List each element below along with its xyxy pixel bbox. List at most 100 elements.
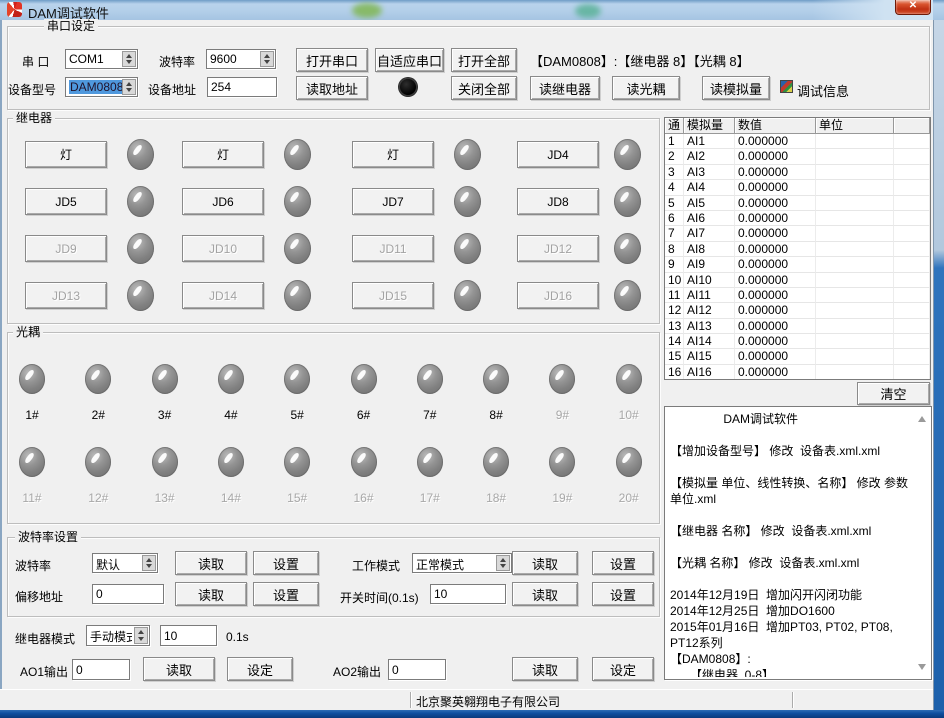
- opto-led-16: [351, 447, 377, 477]
- relay-button-14: JD14: [182, 282, 264, 309]
- analog-table[interactable]: 通 模拟量 数值 单位 1AI10.0000002AI20.0000003AI3…: [664, 117, 931, 380]
- analog-cell: AI15: [684, 349, 735, 364]
- relay-button-8[interactable]: JD8: [517, 188, 599, 215]
- offset-read-button[interactable]: 读取: [175, 582, 247, 606]
- analog-row-AI7[interactable]: 7AI70.000000: [665, 226, 930, 241]
- debug-info-label[interactable]: 调试信息: [797, 81, 849, 100]
- baud-set-button[interactable]: 设置: [253, 551, 319, 575]
- read-analog-button[interactable]: 读模拟量: [702, 76, 770, 100]
- analog-cell: 0.000000: [735, 273, 816, 288]
- com-port-select[interactable]: COM1: [65, 49, 138, 69]
- analog-cell: 0.000000: [735, 334, 816, 349]
- relay-mode-time-input[interactable]: [160, 625, 217, 646]
- dropdown-icon[interactable]: [260, 51, 274, 67]
- analog-cell: AI9: [684, 257, 735, 272]
- dropdown-icon[interactable]: [122, 51, 136, 67]
- work-mode-select[interactable]: 正常模式: [412, 553, 512, 573]
- ao1-label: AO1输出: [20, 663, 68, 680]
- relay-button-2[interactable]: 灯: [182, 141, 264, 168]
- device-addr-input[interactable]: [207, 77, 277, 97]
- baud-value: 默认: [96, 556, 140, 573]
- debug-log-panel[interactable]: DAM调试软件 【增加设备型号】 修改 设备表.xml.xml 【模拟量 单位、…: [664, 406, 932, 680]
- opto-channel-5: 5#: [264, 364, 330, 422]
- ao1-set-button[interactable]: 设定: [227, 657, 293, 681]
- opto-label-7: 7#: [423, 408, 436, 422]
- baudrate-select[interactable]: 9600: [206, 49, 276, 69]
- analog-cell: [894, 226, 930, 241]
- analog-row-AI3[interactable]: 3AI30.000000: [665, 165, 930, 180]
- baudrate-value: 9600: [210, 52, 258, 66]
- dropdown-icon[interactable]: [134, 627, 148, 644]
- relay-button-6[interactable]: JD6: [182, 188, 264, 215]
- offset-set-button[interactable]: 设置: [253, 582, 319, 606]
- analog-row-AI12[interactable]: 12AI120.000000: [665, 303, 930, 318]
- close-button[interactable]: ✕: [895, 0, 931, 15]
- work-mode-read-button[interactable]: 读取: [512, 551, 578, 575]
- ao2-set-button[interactable]: 设定: [592, 657, 654, 681]
- relay-button-5[interactable]: JD5: [25, 188, 107, 215]
- analog-row-AI4[interactable]: 4AI40.000000: [665, 180, 930, 195]
- clear-log-button[interactable]: 清空: [857, 382, 930, 405]
- ao1-read-button[interactable]: 读取: [143, 657, 215, 681]
- analog-row-AI2[interactable]: 2AI20.000000: [665, 149, 930, 164]
- offset-input[interactable]: [92, 584, 164, 604]
- dropdown-icon[interactable]: [122, 79, 136, 95]
- relay-button-3[interactable]: 灯: [352, 141, 434, 168]
- ao2-read-button[interactable]: 读取: [512, 657, 578, 681]
- relay-button-1[interactable]: 灯: [25, 141, 107, 168]
- switch-time-read-button[interactable]: 读取: [512, 582, 578, 606]
- opto-label-11: 11#: [22, 491, 41, 505]
- relay-button-11: JD11: [352, 235, 434, 262]
- read-opto-button[interactable]: 读光耦: [612, 76, 680, 100]
- analog-cell: [816, 196, 894, 211]
- analog-table-header: 通 模拟量 数值 单位: [665, 118, 930, 134]
- analog-row-AI10[interactable]: 10AI100.000000: [665, 273, 930, 288]
- dropdown-icon[interactable]: [496, 555, 510, 571]
- analog-cell: AI14: [684, 334, 735, 349]
- relay-mode-select[interactable]: 手动模式: [86, 625, 150, 646]
- close-all-button[interactable]: 关闭全部: [451, 76, 517, 100]
- analog-row-AI5[interactable]: 5AI50.000000: [665, 196, 930, 211]
- col-analog: 模拟量: [684, 118, 735, 134]
- debug-info-icon[interactable]: [780, 80, 793, 93]
- analog-row-AI1[interactable]: 1AI10.000000: [665, 134, 930, 149]
- analog-cell: [894, 365, 930, 380]
- relay-button-7[interactable]: JD7: [352, 188, 434, 215]
- analog-row-AI16[interactable]: 16AI160.000000: [665, 365, 930, 380]
- baud-read-button[interactable]: 读取: [175, 551, 247, 575]
- auto-port-button[interactable]: 自适应串口: [375, 48, 444, 72]
- analog-row-AI15[interactable]: 15AI150.000000: [665, 349, 930, 364]
- switch-time-input[interactable]: [430, 584, 506, 604]
- dropdown-icon[interactable]: [142, 555, 156, 571]
- open-all-button[interactable]: 打开全部: [451, 48, 517, 72]
- device-model-select[interactable]: DAM0808: [65, 77, 138, 97]
- read-addr-button[interactable]: 读取地址: [296, 76, 368, 100]
- analog-row-AI9[interactable]: 9AI90.000000: [665, 257, 930, 272]
- analog-row-AI11[interactable]: 11AI110.000000: [665, 288, 930, 303]
- opto-label-13: 13#: [155, 491, 175, 505]
- opto-led-11: [19, 447, 45, 477]
- relay-button-4[interactable]: JD4: [517, 141, 599, 168]
- baud-select[interactable]: 默认: [92, 553, 158, 573]
- ao2-input[interactable]: [388, 659, 446, 680]
- work-mode-set-button[interactable]: 设置: [592, 551, 654, 575]
- analog-row-AI14[interactable]: 14AI140.000000: [665, 334, 930, 349]
- analog-cell: 11: [665, 288, 684, 303]
- relay-led-15: [454, 280, 481, 311]
- analog-cell: [816, 288, 894, 303]
- scroll-up-icon[interactable]: [918, 416, 926, 422]
- analog-row-AI6[interactable]: 6AI60.000000: [665, 211, 930, 226]
- analog-cell: [894, 303, 930, 318]
- scroll-down-icon[interactable]: [918, 664, 926, 670]
- analog-row-AI13[interactable]: 13AI130.000000: [665, 319, 930, 334]
- analog-cell: [816, 226, 894, 241]
- relay-led-1: [127, 139, 154, 170]
- switch-time-set-button[interactable]: 设置: [592, 582, 654, 606]
- open-port-button[interactable]: 打开串口: [296, 48, 368, 72]
- opto-label-1: 1#: [25, 408, 38, 422]
- ao1-input[interactable]: [72, 659, 130, 680]
- opto-led-20: [616, 447, 642, 477]
- analog-row-AI8[interactable]: 8AI80.000000: [665, 242, 930, 257]
- opto-channel-2: 2#: [65, 364, 131, 422]
- read-relay-button[interactable]: 读继电器: [530, 76, 600, 100]
